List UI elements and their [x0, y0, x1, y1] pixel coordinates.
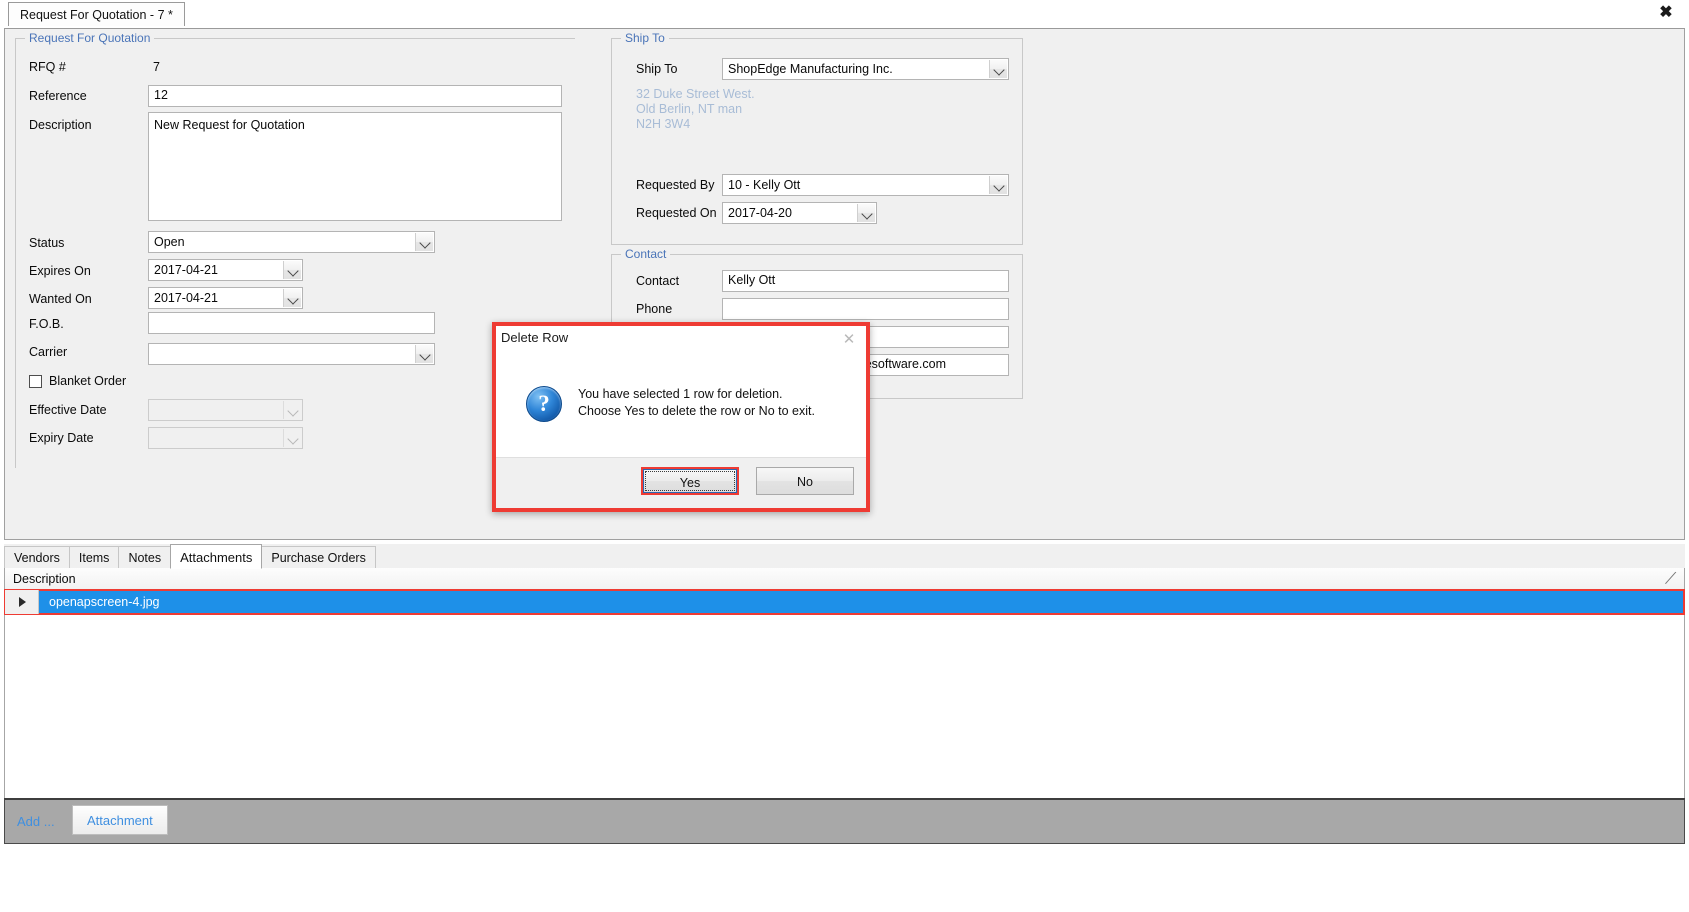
group-title-contact: Contact [621, 247, 671, 261]
effective-date-datepicker [148, 399, 303, 421]
expiry-date-datepicker [148, 427, 303, 449]
yes-button[interactable]: Yes [641, 467, 739, 495]
column-header-description[interactable]: Description [5, 568, 76, 590]
grid-header-row: Description ╱ [5, 568, 1684, 590]
attachments-grid[interactable]: Description ╱ openapscreen-4.jpg [4, 568, 1685, 800]
label-requested-on: Requested On [636, 206, 717, 220]
ship-to-combobox[interactable]: ShopEdge Manufacturing Inc. [722, 58, 1009, 80]
close-icon[interactable]: ✖ [1655, 2, 1677, 24]
status-value: Open [154, 235, 185, 249]
chevron-down-icon[interactable] [989, 176, 1007, 194]
dialog-title: Delete Row [501, 330, 569, 345]
status-combobox[interactable]: Open [148, 231, 435, 253]
label-status: Status [29, 236, 65, 250]
value-rfq-number: 7 [153, 60, 160, 74]
chevron-down-icon[interactable] [989, 60, 1007, 78]
document-tab-rfq[interactable]: Request For Quotation - 7 * [8, 2, 185, 26]
tab-notes[interactable]: Notes [118, 546, 172, 568]
tab-vendors[interactable]: Vendors [4, 546, 70, 568]
label-contact: Contact [636, 274, 680, 288]
label-rfq-number: RFQ # [29, 60, 66, 74]
no-button-label: No [797, 475, 813, 489]
chevron-down-icon[interactable] [415, 345, 433, 363]
delete-row-dialog: Delete Row ✕ You have selected 1 row for… [492, 322, 870, 512]
add-link[interactable]: Add ... [17, 814, 55, 829]
dialog-body: You have selected 1 row for deletion. Ch… [496, 356, 866, 466]
reference-input[interactable]: 12 [148, 85, 562, 107]
expires-on-value: 2017-04-21 [154, 263, 218, 277]
blanket-order-checkbox[interactable]: Blanket Order [29, 374, 126, 388]
rfq-window: Request For Quotation - 7 * ✖ Request Fo… [0, 0, 1689, 912]
chevron-down-icon[interactable] [857, 204, 875, 222]
no-button[interactable]: No [756, 467, 854, 495]
checkbox-box[interactable] [29, 374, 42, 388]
bottom-tab-pane: Vendors Items Notes Attachments Purchase Ord… [4, 544, 1685, 800]
chevron-down-icon[interactable] [415, 233, 433, 251]
row-selector-arrow-icon[interactable] [5, 590, 39, 614]
ship-to-address-line-3: N2H 3W4 [636, 117, 691, 131]
label-carrier: Carrier [29, 345, 68, 359]
label-phone: Phone [636, 302, 673, 316]
group-title-ship-to: Ship To [621, 31, 669, 45]
label-effective-date: Effective Date [29, 403, 107, 417]
requested-on-value: 2017-04-20 [728, 206, 792, 220]
cell-description[interactable]: openapscreen-4.jpg [39, 590, 160, 614]
label-description: Description [29, 118, 92, 132]
label-fob: F.O.B. [29, 317, 64, 331]
contact-input[interactable]: Kelly Ott [722, 270, 1009, 292]
footer-toolbar: Add ... Attachment [4, 798, 1685, 844]
ship-to-value: ShopEdge Manufacturing Inc. [728, 62, 893, 76]
expires-on-datepicker[interactable]: 2017-04-21 [148, 259, 303, 281]
requested-on-datepicker[interactable]: 2017-04-20 [722, 202, 877, 224]
chevron-down-icon [283, 401, 301, 419]
wanted-on-value: 2017-04-21 [154, 291, 218, 305]
label-expires-on: Expires On [29, 264, 91, 278]
requested-by-combobox[interactable]: 10 - Kelly Ott [722, 174, 1009, 196]
wanted-on-datepicker[interactable]: 2017-04-21 [148, 287, 303, 309]
close-icon[interactable]: ✕ [840, 331, 858, 349]
dialog-message-line-2: Choose Yes to delete the row or No to ex… [578, 404, 815, 418]
group-title-rfq: Request For Quotation [25, 31, 155, 45]
window-tabstrip: Request For Quotation - 7 * ✖ [0, 0, 1689, 28]
attachment-button[interactable]: Attachment [72, 805, 168, 835]
label-ship-to: Ship To [636, 62, 678, 76]
tab-bar: Vendors Items Notes Attachments Purchase Ord… [4, 544, 1685, 569]
yes-button-label: Yes [679, 476, 701, 490]
chevron-down-icon [283, 429, 301, 447]
table-row[interactable]: openapscreen-4.jpg [4, 589, 1685, 615]
label-expiry-date: Expiry Date [29, 431, 94, 445]
question-icon [526, 386, 562, 422]
phone-input[interactable] [722, 298, 1009, 320]
description-input[interactable]: New Request for Quotation [148, 112, 562, 221]
dialog-message-line-1: You have selected 1 row for deletion. [578, 387, 783, 401]
tab-attachments[interactable]: Attachments [170, 544, 263, 569]
requested-by-value: 10 - Kelly Ott [728, 178, 801, 192]
label-reference: Reference [29, 89, 87, 103]
ship-to-address-line-1: 32 Duke Street West. [636, 87, 755, 101]
dialog-message: You have selected 1 row for deletion. Ch… [578, 386, 858, 420]
label-requested-by: Requested By [636, 178, 715, 192]
fob-input[interactable] [148, 312, 435, 334]
chevron-down-icon[interactable] [283, 289, 301, 307]
tab-items[interactable]: Items [68, 546, 120, 568]
blanket-order-label: Blanket Order [49, 374, 127, 388]
dialog-titlebar: Delete Row ✕ [496, 326, 866, 356]
chevron-down-icon[interactable] [283, 261, 301, 279]
tab-purchase-orders[interactable]: Purchase Orders [261, 546, 376, 568]
ship-to-address-line-2: Old Berlin, NT man [636, 102, 743, 116]
dialog-footer: Yes No [496, 457, 866, 508]
sort-indicator-icon[interactable]: ╱ [1665, 570, 1675, 585]
label-wanted-on: Wanted On [29, 292, 92, 306]
carrier-combobox[interactable] [148, 343, 435, 365]
